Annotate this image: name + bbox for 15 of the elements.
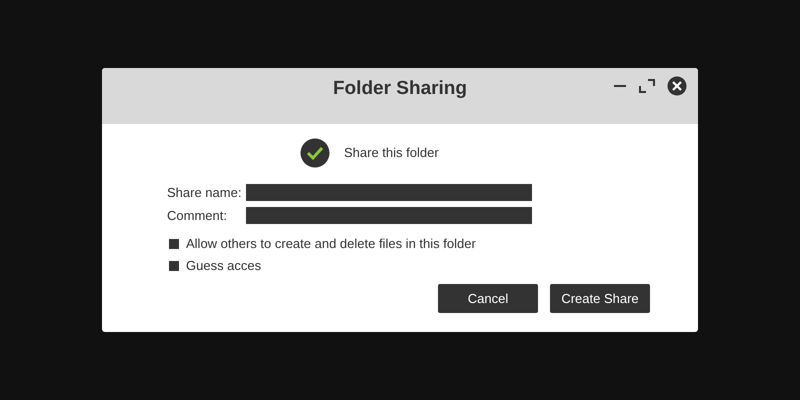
window-title: Folder Sharing [332, 78, 468, 100]
close-icon[interactable] [667, 76, 687, 96]
input-field[interactable] [246, 184, 532, 200]
field-label: Comment: [167, 208, 228, 222]
maximize-icon[interactable] [639, 78, 655, 94]
checkbox[interactable] [169, 260, 179, 270]
checkbox-label: Share this folder [344, 145, 439, 160]
checkbox-label: Guess acces [186, 258, 262, 273]
field-label: Share name: [167, 184, 242, 200]
dialog-button[interactable]: Cancel [438, 284, 538, 312]
check-circle-icon[interactable] [300, 138, 330, 168]
input-field[interactable] [246, 206, 532, 224]
dialog-button[interactable]: Create Share [550, 284, 650, 312]
checkbox-label: Allow others to create and delete files in this folder [186, 236, 476, 251]
checkbox[interactable] [169, 238, 179, 248]
